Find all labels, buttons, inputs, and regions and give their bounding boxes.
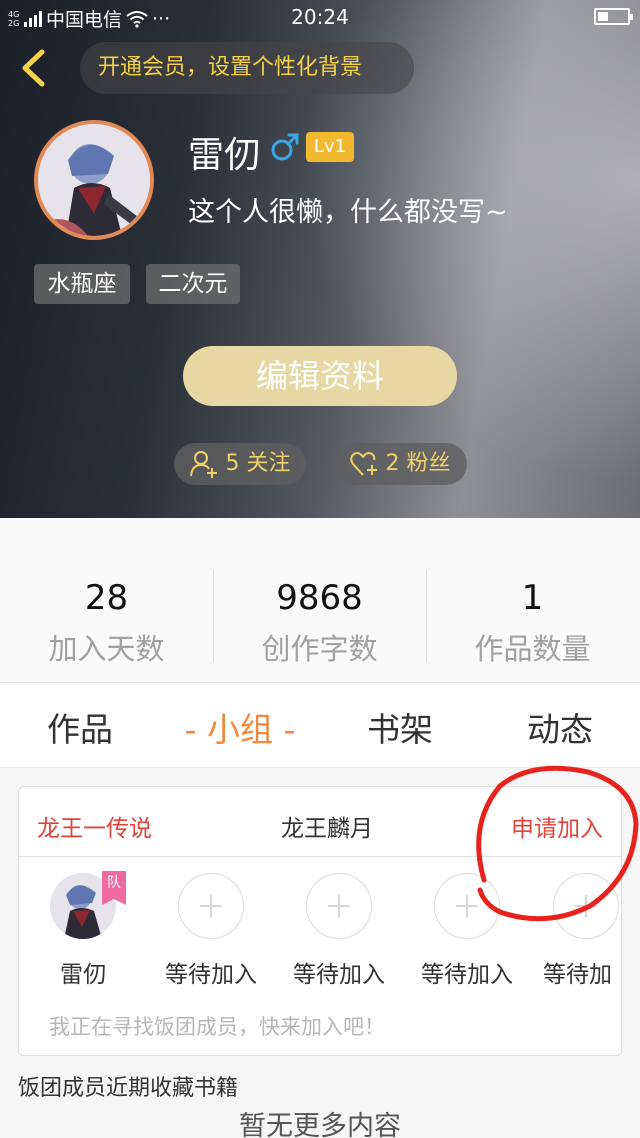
edit-profile-button[interactable]: 编辑资料 [183,346,457,406]
vip-background-banner[interactable]: 开通会员，设置个性化背景 [80,42,414,94]
member-slot[interactable]: 队 雷仞 [19,871,147,989]
group-card-header: 龙王一传说 龙王麟月 申请加入 [19,787,621,857]
add-member-icon [434,873,500,939]
battery-icon [594,8,633,25]
collect-section-title: 饭团成员近期收藏书籍 [18,1076,239,1101]
group-card: 龙王一传说 龙王麟月 申请加入 队 雷仞 等待加入 等待加入 等待加入 等待加 [18,786,622,1056]
username: 雷仞 [188,135,261,176]
member-name: 雷仞 [60,962,106,988]
following-count: 5 关注 [225,451,291,476]
member-name: 等待加 [543,962,612,988]
level-badge: Lv1 [306,132,354,162]
stats-panel: 28 加入天数 9868 创作字数 1 作品数量 [0,518,640,682]
no-more-content: 暂无更多内容 [239,1111,401,1138]
tag-interest: 二次元 [146,264,240,304]
followers-count: 2 粉丝 [385,451,451,476]
add-member-icon [553,873,619,939]
heart-plus-icon [349,452,377,476]
clock: 20:24 [291,5,349,29]
member-slot[interactable]: 等待加入 [147,873,275,989]
member-name: 等待加入 [165,962,257,988]
male-icon [271,133,299,161]
following-button[interactable]: 5 关注 [174,443,306,485]
profile-tabs: 作品 - 小组 - 书架 动态 [0,682,640,768]
profile-header: 4G 2G 中国电信 ··· 20:24 开通会员，设置个性化背景 雷仞 Lv1… [0,0,640,518]
tab-group[interactable]: - 小组 - [160,703,320,751]
avatar[interactable] [34,120,154,240]
member-name: 等待加入 [293,962,385,988]
tab-bookshelf[interactable]: 书架 [320,703,480,751]
member-avatar: 队 [50,871,126,939]
tab-activity[interactable]: 动态 [480,703,640,751]
member-slot[interactable]: 等待加入 [275,873,403,989]
add-member-icon [306,873,372,939]
status-bar: 4G 2G 中国电信 ··· 20:24 [0,0,640,34]
group-name: 龙王麟月 [281,816,373,842]
back-arrow-icon[interactable] [16,48,52,88]
avatar-image [38,124,150,236]
member-slot[interactable]: 等待加入 [403,873,531,989]
apply-join-button[interactable]: 申请加入 [511,809,603,843]
followers-button[interactable]: 2 粉丝 [333,443,467,485]
stat-join-days: 28 加入天数 [48,578,165,666]
tab-works[interactable]: 作品 [0,703,160,751]
bio-text: 这个人很懒，什么都没写~ [188,197,508,228]
stat-works-count: 1 作品数量 [474,578,591,666]
stat-word-count: 9868 创作字数 [261,578,378,666]
add-member-icon [178,873,244,939]
member-name: 等待加入 [421,962,513,988]
group-hint: 我正在寻找饭团成员，快来加入吧！ [49,1015,385,1039]
add-user-icon [189,451,217,478]
tag-zodiac: 水瓶座 [34,264,130,304]
team-leader-badge: 队 [102,871,126,905]
member-slot[interactable]: 等待加 [531,873,621,989]
group-category-link[interactable]: 龙王一传说 [37,809,152,843]
